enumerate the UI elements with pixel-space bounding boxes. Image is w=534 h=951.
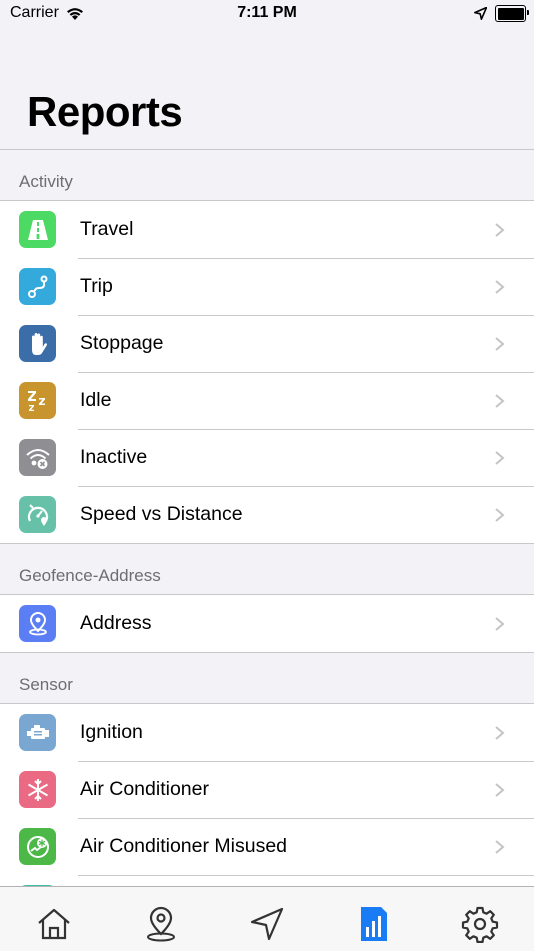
home-icon — [38, 908, 70, 940]
location-services-icon — [474, 7, 487, 20]
report-item-label: Travel — [80, 218, 134, 240]
report-item-ignition[interactable]: Ignition — [0, 704, 534, 761]
chevron-right-icon — [495, 337, 505, 351]
sleep-zzz-icon — [19, 382, 56, 419]
chevron-right-icon — [495, 223, 505, 237]
section-header-sensor: Sensor — [0, 653, 534, 704]
reports-list[interactable]: Activity Travel Trip Stoppage Idle Inact… — [0, 150, 534, 886]
map-pin-icon — [147, 906, 175, 942]
no-signal-icon — [19, 439, 56, 476]
section-geofence-address: Address — [0, 595, 534, 653]
status-right — [474, 5, 529, 22]
chevron-right-icon — [495, 394, 505, 408]
report-item-label: Trip — [80, 275, 113, 297]
report-item-travel[interactable]: Travel — [0, 201, 534, 258]
section-sensor: Ignition Air Conditioner Air Conditioner… — [0, 704, 534, 886]
report-item-air-conditioner[interactable]: Air Conditioner — [0, 761, 534, 818]
chevron-right-icon — [495, 508, 505, 522]
chevron-right-icon — [495, 280, 505, 294]
report-item-label: Air Conditioner — [80, 778, 209, 800]
road-icon — [19, 211, 56, 248]
report-item-partial[interactable] — [0, 875, 534, 886]
ac-misuse-icon — [19, 828, 56, 865]
speedometer-location-icon — [19, 496, 56, 533]
report-item-label: Speed vs Distance — [80, 503, 243, 525]
report-item-stoppage[interactable]: Stoppage — [0, 315, 534, 372]
report-item-trip[interactable]: Trip — [0, 258, 534, 315]
report-item-address[interactable]: Address — [0, 595, 534, 652]
report-item-label: Ignition — [80, 721, 143, 743]
status-bar: Carrier 7:11 PM — [0, 0, 534, 30]
report-item-inactive[interactable]: Inactive — [0, 429, 534, 486]
reports-icon — [361, 907, 387, 941]
chevron-right-icon — [495, 783, 505, 797]
settings-gear-icon — [461, 906, 499, 943]
section-activity: Travel Trip Stoppage Idle Inactive Speed… — [0, 201, 534, 544]
route-icon — [19, 268, 56, 305]
report-item-label: Stoppage — [80, 332, 164, 354]
hand-stop-icon — [19, 325, 56, 362]
chevron-right-icon — [495, 726, 505, 740]
report-item-idle[interactable]: Idle — [0, 372, 534, 429]
section-header-activity: Activity — [0, 150, 534, 201]
engine-icon — [19, 714, 56, 751]
tab-settings[interactable] — [460, 905, 500, 945]
status-time: 7:11 PM — [237, 4, 297, 21]
report-item-label: Idle — [80, 389, 112, 411]
page-title: Reports — [27, 88, 183, 135]
battery-icon — [495, 5, 529, 22]
chevron-right-icon — [495, 617, 505, 631]
report-item-label: Inactive — [80, 446, 148, 468]
navigation-arrow-icon — [250, 907, 284, 941]
report-item-label: Air Conditioner Misused — [80, 835, 288, 857]
snowflake-icon — [19, 771, 56, 808]
tab-navigation[interactable] — [247, 905, 287, 945]
tab-home[interactable] — [34, 905, 74, 945]
report-item-label: Address — [80, 612, 152, 634]
report-item-air-conditioner-misused[interactable]: Air Conditioner Misused — [0, 818, 534, 875]
tab-bar — [0, 886, 534, 951]
tab-map[interactable] — [141, 905, 181, 945]
report-item-speed-vs-distance[interactable]: Speed vs Distance — [0, 486, 534, 543]
tab-reports[interactable] — [354, 905, 394, 945]
location-pin-icon — [19, 605, 56, 642]
chevron-right-icon — [495, 451, 505, 465]
section-header-geofence-address: Geofence-Address — [0, 544, 534, 595]
chevron-right-icon — [495, 840, 505, 854]
